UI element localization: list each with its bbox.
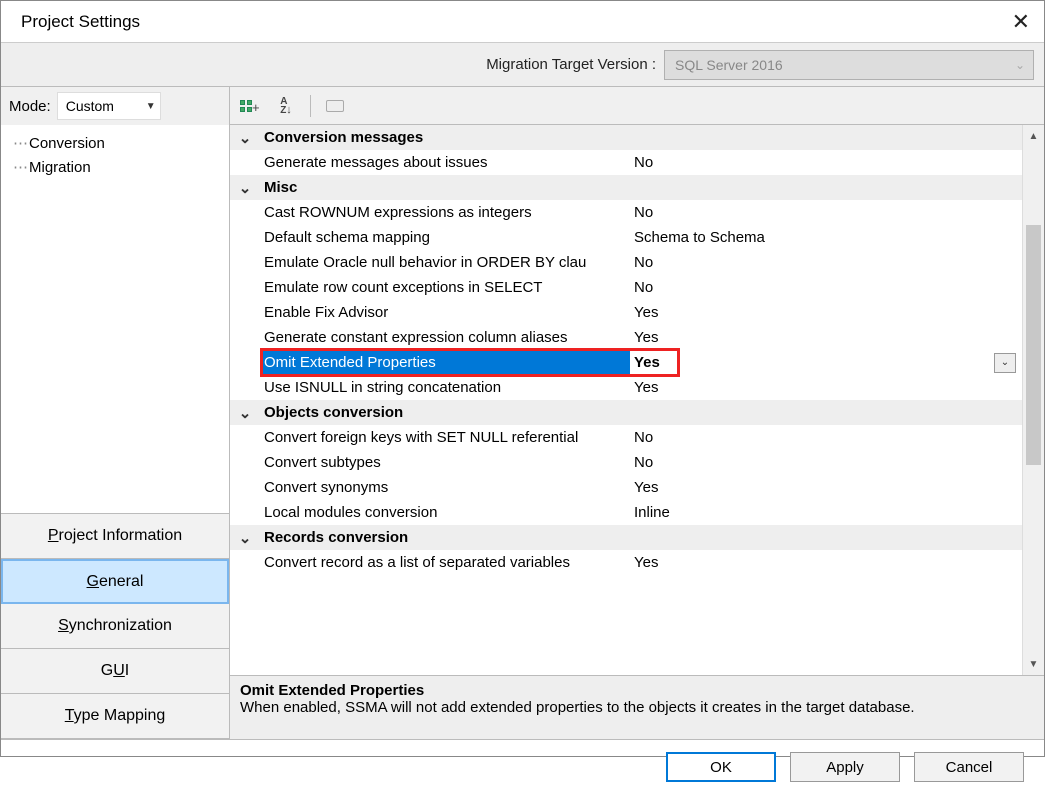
- sort-az-button[interactable]: AZ↓: [272, 92, 300, 120]
- property-value: Yes: [630, 479, 1044, 496]
- property-category[interactable]: ⌄Conversion messages: [230, 125, 1044, 150]
- property-value: No: [630, 429, 1044, 446]
- property-name: Enable Fix Advisor: [260, 304, 630, 321]
- expand-collapse-icon[interactable]: ⌄: [230, 129, 260, 147]
- property-value: No: [630, 279, 1044, 296]
- button-bar: OK Apply Cancel: [1, 740, 1044, 794]
- mode-toolbar-row: Mode: Custom ▼ + AZ↓: [1, 87, 1044, 125]
- property-row[interactable]: Local modules conversionInline: [230, 500, 1044, 525]
- property-grid[interactable]: ⌄Conversion messagesGenerate messages ab…: [230, 125, 1044, 675]
- mode-value: Custom: [66, 98, 114, 114]
- property-row[interactable]: Convert synonymsYes: [230, 475, 1044, 500]
- property-name: Emulate Oracle null behavior in ORDER BY…: [260, 254, 630, 271]
- property-name: Generate constant expression column alia…: [260, 329, 630, 346]
- property-value: Yes: [630, 304, 1044, 321]
- migration-target-combo[interactable]: SQL Server 2016 ⌄: [664, 50, 1034, 80]
- migration-target-label: Migration Target Version :: [486, 56, 656, 73]
- property-name: Local modules conversion: [260, 504, 630, 521]
- property-value: No: [630, 254, 1044, 271]
- property-value: Yes: [630, 354, 994, 371]
- main-content: ⋯ Conversion ⋯ Migration Project Informa…: [1, 125, 1044, 740]
- close-icon[interactable]: ✕: [1012, 9, 1030, 35]
- expand-collapse-icon[interactable]: ⌄: [230, 404, 260, 422]
- tree-node-conversion[interactable]: ⋯ Conversion: [13, 131, 217, 155]
- nav-gui[interactable]: GUI: [1, 649, 229, 694]
- nav-list: Project Information General Synchronizat…: [1, 513, 229, 739]
- category-name: Misc: [260, 179, 1044, 196]
- property-category[interactable]: ⌄Objects conversion: [230, 400, 1044, 425]
- categorize-button[interactable]: +: [238, 92, 266, 120]
- scroll-down-icon[interactable]: ▼: [1023, 653, 1044, 675]
- tree-node-migration[interactable]: ⋯ Migration: [13, 155, 217, 179]
- property-row[interactable]: Generate constant expression column alia…: [230, 325, 1044, 350]
- property-row[interactable]: Default schema mappingSchema to Schema: [230, 225, 1044, 250]
- property-row[interactable]: Generate messages about issuesNo: [230, 150, 1044, 175]
- property-value: No: [630, 204, 1044, 221]
- property-name: Convert synonyms: [260, 479, 630, 496]
- tree-connector-icon: ⋯: [13, 158, 27, 176]
- property-row[interactable]: Cast ROWNUM expressions as integersNo: [230, 200, 1044, 225]
- property-name: Convert subtypes: [260, 454, 630, 471]
- toolbar-separator: [310, 95, 311, 117]
- mode-pane: Mode: Custom ▼: [1, 87, 230, 125]
- nav-project-information[interactable]: Project Information: [1, 514, 229, 559]
- category-name: Objects conversion: [260, 404, 1044, 421]
- property-row[interactable]: Convert record as a list of separated va…: [230, 550, 1044, 575]
- property-name: Emulate row count exceptions in SELECT: [260, 279, 630, 296]
- mode-label: Mode:: [9, 98, 51, 115]
- property-row[interactable]: Convert foreign keys with SET NULL refer…: [230, 425, 1044, 450]
- category-name: Conversion messages: [260, 129, 1044, 146]
- description-title: Omit Extended Properties: [240, 682, 1034, 699]
- property-name: Convert record as a list of separated va…: [260, 554, 630, 571]
- property-name: Default schema mapping: [260, 229, 630, 246]
- property-row[interactable]: Convert subtypesNo: [230, 450, 1044, 475]
- nav-synchronization[interactable]: Synchronization: [1, 604, 229, 649]
- nav-type-mapping[interactable]: Type Mapping: [1, 694, 229, 739]
- property-name: Cast ROWNUM expressions as integers: [260, 204, 630, 221]
- expand-collapse-icon[interactable]: ⌄: [230, 179, 260, 197]
- tree-connector-icon: ⋯: [13, 134, 27, 152]
- titlebar: Project Settings ✕: [1, 1, 1044, 43]
- category-name: Records conversion: [260, 529, 1044, 546]
- right-column: ⌄Conversion messagesGenerate messages ab…: [230, 125, 1044, 739]
- property-value: Schema to Schema: [630, 229, 1044, 246]
- description-body: When enabled, SSMA will not add extended…: [240, 699, 1034, 716]
- scroll-thumb[interactable]: [1026, 225, 1041, 465]
- property-value: Yes: [630, 379, 1044, 396]
- property-value: No: [630, 154, 1044, 171]
- description-pane: Omit Extended Properties When enabled, S…: [230, 675, 1044, 739]
- property-value: Inline: [630, 504, 1044, 521]
- property-row[interactable]: Use ISNULL in string concatenationYes: [230, 375, 1044, 400]
- left-column: ⋯ Conversion ⋯ Migration Project Informa…: [1, 125, 230, 739]
- property-name: Convert foreign keys with SET NULL refer…: [260, 429, 630, 446]
- property-row[interactable]: Enable Fix AdvisorYes: [230, 300, 1044, 325]
- property-name: Omit Extended Properties: [260, 354, 630, 371]
- property-value: No: [630, 454, 1044, 471]
- mode-combo[interactable]: Custom ▼: [57, 92, 161, 120]
- chevron-down-icon: ▼: [146, 101, 156, 112]
- scroll-up-icon[interactable]: ▲: [1023, 125, 1044, 147]
- chevron-down-icon: ⌄: [1015, 58, 1025, 72]
- property-category[interactable]: ⌄Records conversion: [230, 525, 1044, 550]
- category-tree[interactable]: ⋯ Conversion ⋯ Migration: [1, 125, 229, 513]
- property-toolbar: + AZ↓: [230, 87, 1044, 125]
- property-row[interactable]: Emulate row count exceptions in SELECTNo: [230, 275, 1044, 300]
- migration-target-bar: Migration Target Version : SQL Server 20…: [1, 43, 1044, 87]
- property-name: Use ISNULL in string concatenation: [260, 379, 630, 396]
- property-value: Yes: [630, 554, 1044, 571]
- property-value: Yes: [630, 329, 1044, 346]
- migration-target-value: SQL Server 2016: [675, 57, 783, 73]
- property-category[interactable]: ⌄Misc: [230, 175, 1044, 200]
- property-row[interactable]: Omit Extended PropertiesYes⌄: [230, 350, 1044, 375]
- property-name: Generate messages about issues: [260, 154, 630, 171]
- property-row[interactable]: Emulate Oracle null behavior in ORDER BY…: [230, 250, 1044, 275]
- dropdown-button[interactable]: ⌄: [994, 353, 1016, 373]
- expand-collapse-icon[interactable]: ⌄: [230, 529, 260, 547]
- window-title: Project Settings: [21, 12, 140, 32]
- nav-general[interactable]: General: [1, 559, 229, 604]
- property-pages-button[interactable]: [321, 92, 349, 120]
- vertical-scrollbar[interactable]: ▲ ▼: [1022, 125, 1044, 675]
